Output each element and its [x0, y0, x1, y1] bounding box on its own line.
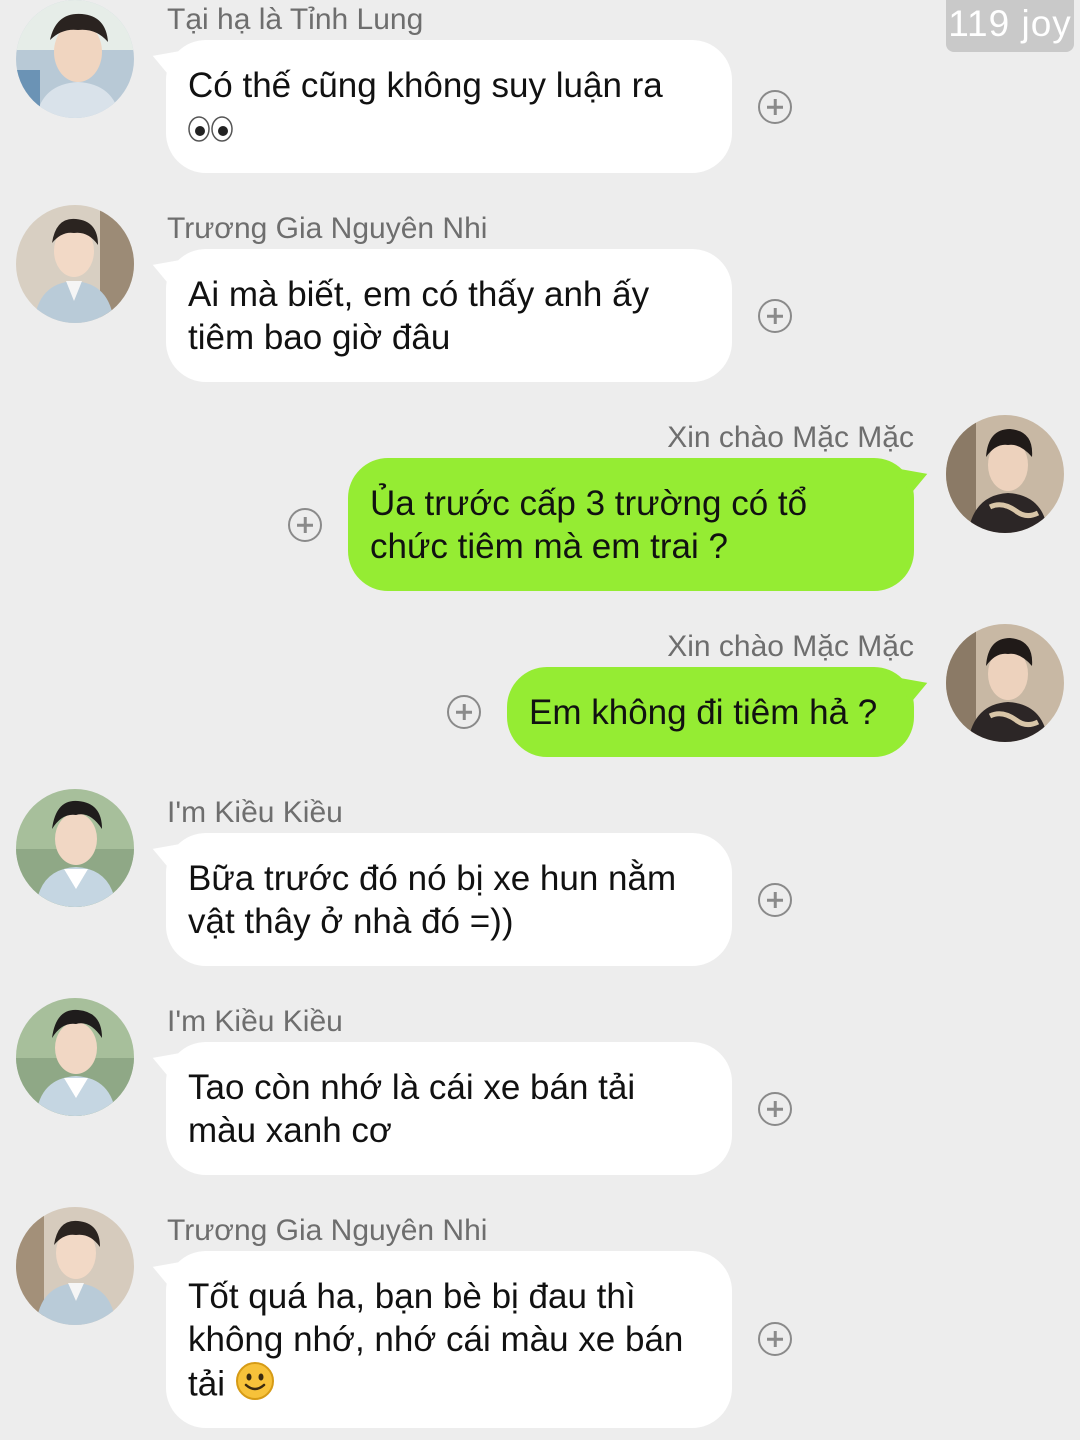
avatar-image	[16, 1207, 134, 1325]
add-reaction-button[interactable]	[758, 1322, 792, 1356]
message-count-badge: 119 joy	[946, 0, 1074, 52]
message-text-line: vật thây ở nhà đó =))	[188, 902, 514, 941]
avatar-image	[16, 0, 134, 118]
avatar[interactable]	[946, 624, 1064, 742]
sender-name: Xin chào Mặc Mặc	[667, 630, 914, 663]
sender-name: Trương Gia Nguyên Nhi	[167, 212, 488, 245]
message-bubble[interactable]: Ủa trước cấp 3 trường có tổ chức tiêm mà…	[348, 458, 914, 591]
message-text-line: tiêm bao giờ đâu	[188, 318, 451, 357]
avatar[interactable]	[16, 1207, 134, 1325]
eyes-emoji-icon	[188, 109, 234, 152]
add-reaction-button[interactable]	[758, 1092, 792, 1126]
avatar-image	[16, 205, 134, 323]
add-reaction-button[interactable]	[758, 299, 792, 333]
message-bubble[interactable]: Có thế cũng không suy luận ra	[166, 40, 732, 173]
avatar[interactable]	[16, 205, 134, 323]
sender-name: Trương Gia Nguyên Nhi	[167, 1214, 488, 1247]
avatar[interactable]	[16, 789, 134, 907]
add-reaction-button[interactable]	[758, 90, 792, 124]
message-text-line: Ủa trước cấp 3 trường có tổ	[370, 484, 808, 523]
message-text-line: Bữa trước đó nó bị xe hun nằm	[188, 859, 677, 898]
add-reaction-button[interactable]	[447, 695, 481, 729]
message-text-line: Em không đi tiêm hả ?	[529, 693, 878, 732]
message-text-line: tải	[188, 1364, 225, 1404]
message-text-line: Có thế cũng không suy luận ra	[188, 66, 663, 105]
add-reaction-button[interactable]	[288, 508, 322, 542]
message-text-line: Ai mà biết, em có thấy anh ấy	[188, 275, 650, 314]
smile-emoji-icon	[235, 1361, 275, 1411]
message-bubble[interactable]: Tao còn nhớ là cái xe bán tải màu xanh c…	[166, 1042, 732, 1175]
sender-name: I'm Kiều Kiều	[167, 796, 343, 829]
message-text-line: chức tiêm mà em trai ?	[370, 527, 728, 566]
sender-name: Xin chào Mặc Mặc	[667, 421, 914, 454]
add-reaction-button[interactable]	[758, 883, 792, 917]
message-bubble[interactable]: Em không đi tiêm hả ?	[507, 667, 914, 757]
avatar[interactable]	[16, 0, 134, 118]
message-bubble[interactable]: Bữa trước đó nó bị xe hun nằm vật thây ở…	[166, 833, 732, 966]
message-bubble[interactable]: Tốt quá ha, bạn bè bị đau thì không nhớ,…	[166, 1251, 732, 1428]
avatar-image	[946, 624, 1064, 742]
message-text-line: Tao còn nhớ là cái xe bán tải	[188, 1068, 636, 1107]
message-text-line: màu xanh cơ	[188, 1111, 392, 1150]
message-bubble[interactable]: Ai mà biết, em có thấy anh ấy tiêm bao g…	[166, 249, 732, 382]
avatar-image	[16, 998, 134, 1116]
avatar[interactable]	[16, 998, 134, 1116]
sender-name: Tại hạ là Tỉnh Lung	[167, 3, 424, 36]
avatar-image	[16, 789, 134, 907]
message-text-line: Tốt quá ha, bạn bè bị đau thì	[188, 1277, 636, 1316]
message-text-line: không nhớ, nhớ cái màu xe bán	[188, 1320, 684, 1359]
avatar-image	[946, 415, 1064, 533]
sender-name: I'm Kiều Kiều	[167, 1005, 343, 1038]
avatar[interactable]	[946, 415, 1064, 533]
